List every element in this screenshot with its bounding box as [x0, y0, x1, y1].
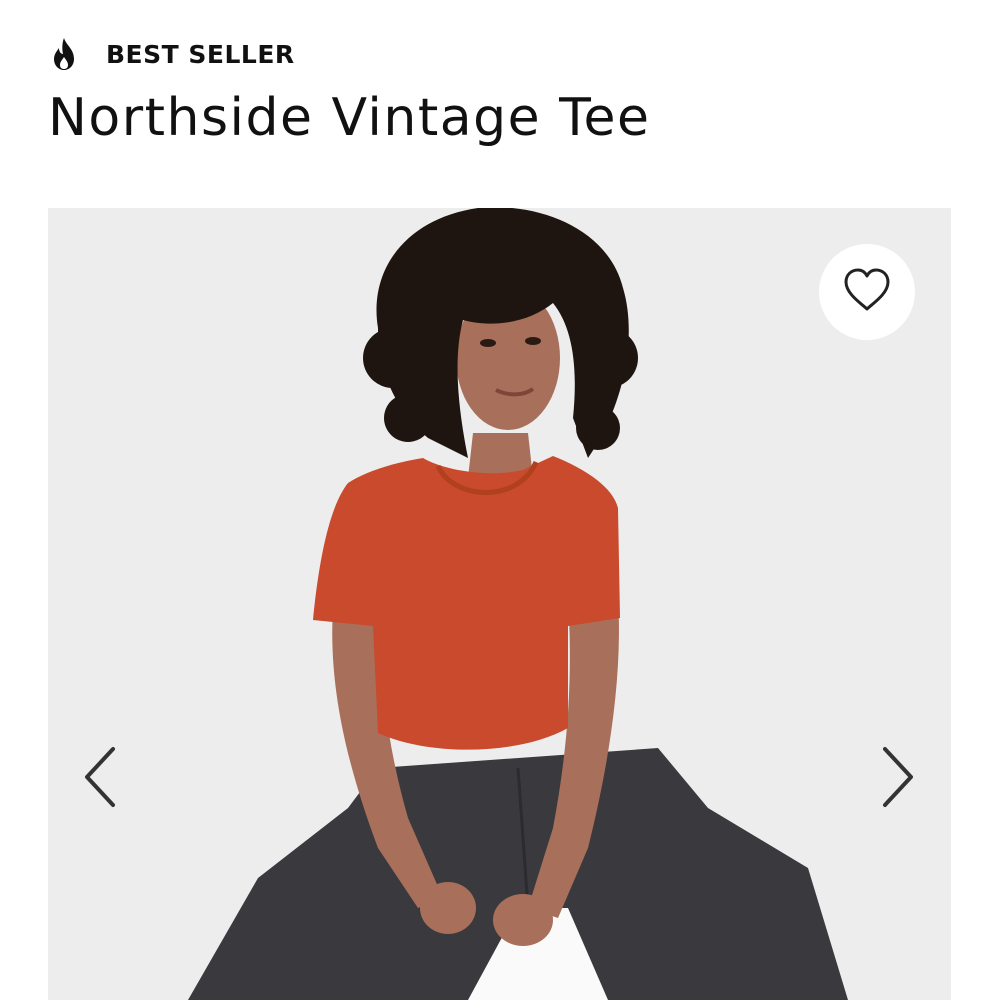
- heart-outline-icon: [842, 267, 892, 317]
- product-title: Northside Vintage Tee: [48, 88, 651, 148]
- best-seller-label: BEST SELLER: [106, 39, 295, 69]
- product-page: BEST SELLER Northside Vintage Tee: [0, 0, 1000, 1000]
- product-photo: [48, 208, 951, 1000]
- flame-icon: [50, 37, 78, 71]
- product-image-gallery[interactable]: [48, 208, 951, 1000]
- favorite-button[interactable]: [819, 244, 915, 340]
- previous-image-button[interactable]: [74, 744, 124, 814]
- chevron-right-icon: [879, 745, 919, 813]
- chevron-left-icon: [79, 745, 119, 813]
- best-seller-badge: BEST SELLER: [50, 36, 295, 72]
- next-image-button[interactable]: [874, 744, 924, 814]
